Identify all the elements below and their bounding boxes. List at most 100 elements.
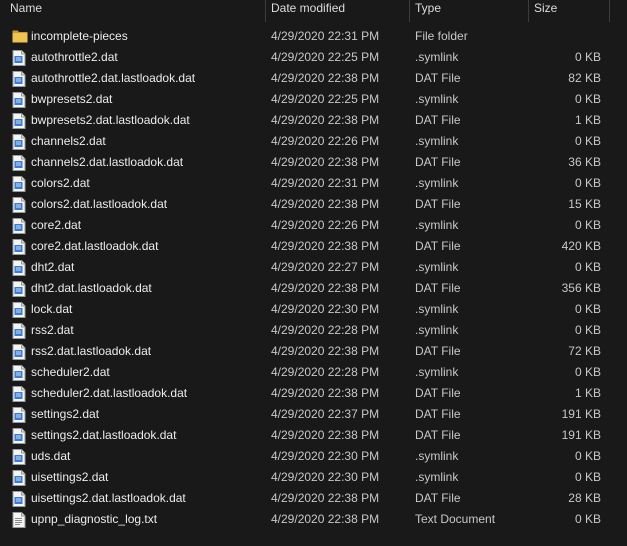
file-row[interactable]: autothrottle2.dat 4/29/2020 22:25 PM .syml… (0, 47, 627, 68)
file-name: channels2.dat.lastloadok.dat (31, 155, 184, 169)
file-size: 0 KB (574, 449, 601, 463)
file-size: 15 KB (568, 197, 601, 211)
file-type: .symlink (415, 365, 459, 379)
dat-file-icon (12, 260, 26, 276)
file-name: scheduler2.dat (31, 365, 110, 379)
file-date-modified: 4/29/2020 22:38 PM (271, 386, 380, 400)
file-row[interactable]: dht2.dat 4/29/2020 22:27 PM .symlink 0 KB (0, 257, 627, 278)
file-size: 191 KB (561, 407, 601, 421)
file-row[interactable]: uisettings2.dat.lastloadok.dat 4/29/2020 … (0, 488, 627, 509)
file-name: dht2.dat.lastloadok.dat (31, 281, 152, 295)
dat-file-icon (12, 491, 26, 507)
file-row[interactable]: lock.dat 4/29/2020 22:30 PM .symlink 0 KB (0, 299, 627, 320)
file-type: DAT File (415, 407, 461, 421)
file-name: uisettings2.dat.lastloadok.dat (31, 491, 186, 505)
file-type: .symlink (415, 449, 459, 463)
file-name: rss2.dat.lastloadok.dat (31, 344, 152, 358)
file-row[interactable]: settings2.dat.lastloadok.dat 4/29/2020 22… (0, 425, 627, 446)
column-header-date[interactable]: Date modified (266, 0, 409, 22)
column-header-size[interactable]: Size (529, 0, 609, 22)
file-row[interactable]: rss2.dat 4/29/2020 22:28 PM .symlink 0 KB (0, 320, 627, 341)
file-row[interactable]: channels2.dat 4/29/2020 22:26 PM .symlink 0… (0, 131, 627, 152)
file-date-modified: 4/29/2020 22:27 PM (271, 260, 380, 274)
file-name: uisettings2.dat (31, 470, 109, 484)
file-row[interactable]: uisettings2.dat 4/29/2020 22:30 PM .symlin… (0, 467, 627, 488)
file-date-modified: 4/29/2020 22:38 PM (271, 491, 380, 505)
file-size: 0 KB (574, 323, 601, 337)
dat-file-icon (12, 281, 26, 297)
file-size: 0 KB (574, 176, 601, 190)
file-name: incomplete-pieces (31, 29, 128, 43)
file-date-modified: 4/29/2020 22:38 PM (271, 239, 380, 253)
file-row[interactable]: colors2.dat 4/29/2020 22:31 PM .symlink 0 K… (0, 173, 627, 194)
file-name: dht2.dat (31, 260, 75, 274)
dat-file-icon (12, 50, 26, 66)
file-type: DAT File (415, 344, 461, 358)
file-row[interactable]: rss2.dat.lastloadok.dat 4/29/2020 22:38 P… (0, 341, 627, 362)
file-size: 356 KB (561, 281, 601, 295)
dat-file-icon (12, 197, 26, 213)
file-type: .symlink (415, 50, 459, 64)
file-name: uds.dat (31, 449, 71, 463)
file-row[interactable]: core2.dat.lastloadok.dat 4/29/2020 22:38 … (0, 236, 627, 257)
file-row[interactable]: channels2.dat.lastloadok.dat 4/29/2020 22… (0, 152, 627, 173)
file-explorer: Name Date modified Type Size incomplete-… (0, 0, 627, 546)
file-name: upnp_diagnostic_log.txt (31, 512, 158, 526)
file-size: 0 KB (574, 470, 601, 484)
file-size: 36 KB (568, 155, 601, 169)
text-file-icon (12, 512, 26, 528)
file-row[interactable]: uds.dat 4/29/2020 22:30 PM .symlink 0 KB (0, 446, 627, 467)
file-date-modified: 4/29/2020 22:28 PM (271, 365, 380, 379)
file-name: settings2.dat (31, 407, 100, 421)
file-type: .symlink (415, 470, 459, 484)
file-date-modified: 4/29/2020 22:26 PM (271, 134, 380, 148)
file-date-modified: 4/29/2020 22:38 PM (271, 512, 380, 526)
file-type: DAT File (415, 428, 461, 442)
file-row[interactable]: settings2.dat 4/29/2020 22:37 PM DAT File 1… (0, 404, 627, 425)
dat-file-icon (12, 176, 26, 192)
dat-file-icon (12, 302, 26, 318)
file-size: 72 KB (568, 344, 601, 358)
file-date-modified: 4/29/2020 22:38 PM (271, 113, 380, 127)
file-row[interactable]: incomplete-pieces 4/29/2020 22:31 PM File … (0, 26, 627, 47)
file-size: 28 KB (568, 491, 601, 505)
file-date-modified: 4/29/2020 22:38 PM (271, 344, 380, 358)
dat-file-icon (12, 113, 26, 129)
file-row[interactable]: scheduler2.dat 4/29/2020 22:28 PM .symlink… (0, 362, 627, 383)
file-row[interactable]: colors2.dat.lastloadok.dat 4/29/2020 22:3… (0, 194, 627, 215)
file-date-modified: 4/29/2020 22:28 PM (271, 323, 380, 337)
dat-file-icon (12, 92, 26, 108)
file-date-modified: 4/29/2020 22:26 PM (271, 218, 380, 232)
file-type: Text Document (415, 512, 496, 526)
dat-file-icon (12, 470, 26, 486)
file-row[interactable]: upnp_diagnostic_log.txt 4/29/2020 22:38 P… (0, 509, 627, 530)
file-type: .symlink (415, 302, 459, 316)
column-divider[interactable] (609, 0, 610, 22)
file-row[interactable]: core2.dat 4/29/2020 22:26 PM .symlink 0 KB (0, 215, 627, 236)
file-row[interactable]: autothrottle2.dat.lastloadok.dat 4/29/202… (0, 68, 627, 89)
file-name: scheduler2.dat.lastloadok.dat (31, 386, 188, 400)
file-row[interactable]: dht2.dat.lastloadok.dat 4/29/2020 22:38 P… (0, 278, 627, 299)
dat-file-icon (12, 323, 26, 339)
file-type: .symlink (415, 260, 459, 274)
file-row[interactable]: bwpresets2.dat.lastloadok.dat 4/29/2020 2… (0, 110, 627, 131)
dat-file-icon (12, 218, 26, 234)
file-name: bwpresets2.dat.lastloadok.dat (31, 113, 190, 127)
file-list: incomplete-pieces 4/29/2020 22:31 PM File … (0, 26, 627, 530)
file-row[interactable]: scheduler2.dat.lastloadok.dat 4/29/2020 2… (0, 383, 627, 404)
file-name: settings2.dat.lastloadok.dat (31, 428, 177, 442)
dat-file-icon (12, 386, 26, 402)
file-row[interactable]: bwpresets2.dat 4/29/2020 22:25 PM .symlink… (0, 89, 627, 110)
column-header-type[interactable]: Type (410, 0, 528, 22)
file-size: 0 KB (574, 512, 601, 526)
file-name: colors2.dat (31, 176, 90, 190)
file-size: 82 KB (568, 71, 601, 85)
file-type: DAT File (415, 239, 461, 253)
file-type: DAT File (415, 281, 461, 295)
file-date-modified: 4/29/2020 22:30 PM (271, 470, 380, 484)
column-header-name[interactable]: Name (5, 0, 265, 22)
file-size: 0 KB (574, 260, 601, 274)
file-name: autothrottle2.dat.lastloadok.dat (31, 71, 196, 85)
file-size: 0 KB (574, 218, 601, 232)
dat-file-icon (12, 134, 26, 150)
